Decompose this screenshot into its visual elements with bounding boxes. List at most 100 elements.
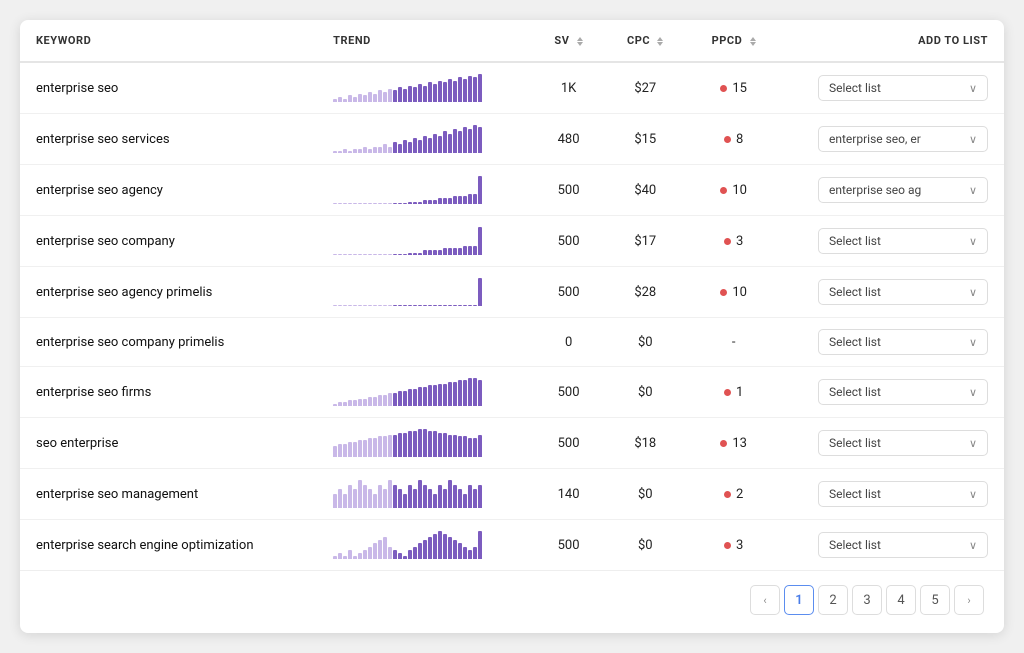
page-4-button[interactable]: 4: [886, 585, 916, 615]
page-1-button[interactable]: 1: [784, 585, 814, 615]
keyword-table-card: KEYWORD TREND SV CPC: [20, 20, 1004, 633]
select-list-label: Select list: [829, 436, 881, 450]
cpc-cell: $18: [605, 418, 686, 469]
keyword-cell: enterprise seo: [20, 62, 317, 114]
ppcd-dot: [724, 491, 731, 498]
ppcd-cell: 15: [686, 62, 781, 114]
ppcd-value: -: [732, 335, 736, 350]
trend-cell: [317, 318, 533, 367]
table-row: enterprise seo1K$2715Select list∨: [20, 62, 1004, 114]
ppcd-cell: 10: [686, 267, 781, 318]
addtolist-cell: Select list ∨: [781, 267, 1004, 318]
cpc-cell: $0: [605, 469, 686, 520]
chevron-down-icon: ∨: [969, 488, 977, 501]
page-2-button[interactable]: 2: [818, 585, 848, 615]
keyword-cell: enterprise seo firms: [20, 367, 317, 418]
pagination: ‹ 1 2 3 4 5 ›: [20, 570, 1004, 633]
trend-cell: [317, 165, 533, 216]
select-list-dropdown[interactable]: Select list ∨: [818, 75, 988, 101]
keyword-cell: enterprise seo agency primelis: [20, 267, 317, 318]
cpc-sort-icon[interactable]: [657, 37, 663, 46]
keyword-cell: enterprise seo services: [20, 114, 317, 165]
addtolist-cell: Select list ∨: [781, 318, 1004, 367]
page-5-button[interactable]: 5: [920, 585, 950, 615]
trend-cell: [317, 267, 533, 318]
sv-cell: 500: [533, 165, 605, 216]
sv-sort-icon[interactable]: [577, 37, 583, 46]
select-list-label: Select list: [829, 81, 881, 95]
addtolist-cell: Select list ∨: [781, 520, 1004, 571]
addtolist-cell: enterprise seo, er ∨: [781, 114, 1004, 165]
table-header-row: KEYWORD TREND SV CPC: [20, 20, 1004, 62]
ppcd-cell: -: [686, 318, 781, 367]
select-list-label: Select list: [829, 335, 881, 349]
chevron-down-icon: ∨: [969, 539, 977, 552]
col-sv: SV: [533, 20, 605, 62]
ppcd-value: 8: [736, 132, 743, 147]
chevron-down-icon: ∨: [969, 82, 977, 95]
ppcd-cell: 2: [686, 469, 781, 520]
addtolist-cell: enterprise seo ag∨: [781, 165, 1004, 216]
select-list-label: enterprise seo ag: [829, 183, 921, 197]
table-row: enterprise search engine optimization500…: [20, 520, 1004, 571]
select-list-dropdown[interactable]: Select list ∨: [818, 532, 988, 558]
select-list-dropdown[interactable]: Select list∨: [818, 430, 988, 456]
ppcd-cell: 8: [686, 114, 781, 165]
ppcd-cell: 3: [686, 216, 781, 267]
col-cpc: CPC: [605, 20, 686, 62]
keyword-cell: enterprise seo company primelis: [20, 318, 317, 367]
ppcd-dot: [720, 85, 727, 92]
trend-cell: [317, 62, 533, 114]
table-row: enterprise seo company primelis0$0-Selec…: [20, 318, 1004, 367]
prev-page-button[interactable]: ‹: [750, 585, 780, 615]
select-list-dropdown[interactable]: enterprise seo ag∨: [818, 177, 988, 203]
ppcd-dot: [724, 238, 731, 245]
table-row: enterprise seo company500$173Select list…: [20, 216, 1004, 267]
select-list-dropdown[interactable]: enterprise seo, er ∨: [818, 126, 988, 152]
col-trend: TREND: [317, 20, 533, 62]
select-list-label: Select list: [829, 538, 881, 552]
ppcd-value: 1: [736, 385, 743, 400]
sv-cell: 500: [533, 267, 605, 318]
ppcd-dot: [724, 136, 731, 143]
col-ppcd: PPCD: [686, 20, 781, 62]
cpc-cell: $0: [605, 367, 686, 418]
chevron-down-icon: ∨: [969, 133, 977, 146]
ppcd-value: 10: [732, 285, 747, 300]
keyword-cell: enterprise seo management: [20, 469, 317, 520]
ppcd-dot: [720, 440, 727, 447]
select-list-label: enterprise seo, er: [829, 132, 921, 146]
cpc-cell: $40: [605, 165, 686, 216]
table-row: enterprise seo services480$158enterprise…: [20, 114, 1004, 165]
table-body: enterprise seo1K$2715Select list∨enterpr…: [20, 62, 1004, 570]
ppcd-value: 3: [736, 538, 743, 553]
select-list-dropdown[interactable]: Select list ∨: [818, 379, 988, 405]
table-row: enterprise seo agency primelis500$2810Se…: [20, 267, 1004, 318]
cpc-cell: $17: [605, 216, 686, 267]
ppcd-dot: [724, 542, 731, 549]
col-keyword: KEYWORD: [20, 20, 317, 62]
select-list-dropdown[interactable]: Select list ∨: [818, 279, 988, 305]
chevron-down-icon: ∨: [969, 336, 977, 349]
select-list-dropdown[interactable]: Select list∨: [818, 481, 988, 507]
select-list-dropdown[interactable]: Select list ∨: [818, 329, 988, 355]
sv-cell: 500: [533, 418, 605, 469]
trend-cell: [317, 114, 533, 165]
chevron-down-icon: ∨: [969, 386, 977, 399]
select-list-label: Select list: [829, 285, 881, 299]
ppcd-value: 2: [736, 487, 743, 502]
select-list-label: Select list: [829, 385, 881, 399]
chevron-down-icon: ∨: [969, 235, 977, 248]
ppcd-dot: [720, 187, 727, 194]
ppcd-sort-icon[interactable]: [750, 37, 756, 46]
sv-cell: 500: [533, 216, 605, 267]
table-row: seo enterprise 500$1813 Select list∨: [20, 418, 1004, 469]
keyword-cell: seo enterprise: [20, 418, 317, 469]
addtolist-cell: Select list ∨: [781, 62, 1004, 114]
select-list-dropdown[interactable]: Select list∨: [818, 228, 988, 254]
page-3-button[interactable]: 3: [852, 585, 882, 615]
next-page-button[interactable]: ›: [954, 585, 984, 615]
ppcd-value: 3: [736, 234, 743, 249]
ppcd-cell: 13: [686, 418, 781, 469]
chevron-down-icon: ∨: [969, 286, 977, 299]
